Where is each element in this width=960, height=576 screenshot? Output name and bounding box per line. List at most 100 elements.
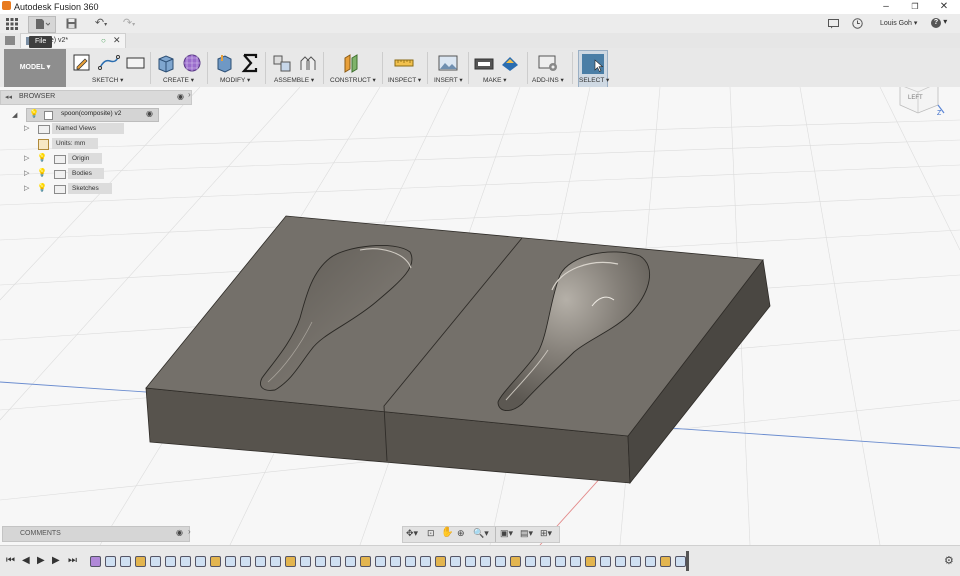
timeline-feature-icon[interactable] (540, 556, 551, 567)
fit-zoom-icon[interactable]: 🔍▾ (473, 528, 489, 539)
3d-print-icon[interactable] (474, 53, 494, 73)
timeline-features[interactable] (90, 554, 690, 568)
visibility-bulb-icon[interactable]: 💡 (37, 183, 47, 192)
mold-block[interactable] (145, 215, 771, 485)
group-make[interactable]: MAKE ▾ (483, 76, 507, 84)
timeline-feature-icon[interactable] (225, 556, 236, 567)
timeline-feature-icon[interactable] (675, 556, 686, 567)
cam-icon[interactable] (500, 53, 520, 73)
grid-snaps-icon[interactable]: ▤▾ (520, 528, 533, 539)
display-settings-icon[interactable]: ▣▾ (500, 528, 513, 539)
timeline-feature-icon[interactable] (345, 556, 356, 567)
timeline-first-icon[interactable]: ⏮ (6, 555, 15, 566)
tree-expand-root-icon[interactable]: ◢ (12, 109, 17, 119)
timeline-feature-icon[interactable] (300, 556, 311, 567)
new-component-icon[interactable] (272, 53, 292, 73)
timeline-marker[interactable] (686, 551, 689, 571)
data-panel-grid-icon[interactable] (4, 16, 20, 31)
offset-plane-icon[interactable] (342, 53, 362, 73)
timeline-play-icon[interactable]: ▶ (37, 555, 45, 566)
redo-icon[interactable]: ↷▾ (118, 16, 140, 31)
group-insert[interactable]: INSERT ▾ (434, 76, 463, 84)
timeline-feature-icon[interactable] (210, 556, 221, 567)
timeline-previous-icon[interactable]: ◀ (22, 555, 30, 566)
job-status-clock-icon[interactable] (850, 16, 864, 31)
pan-hand-icon[interactable]: ✋ (441, 527, 453, 538)
timeline-feature-icon[interactable] (615, 556, 626, 567)
sigma-parameters-icon[interactable] (240, 53, 260, 73)
workspace-switcher[interactable]: MODEL ▾ (4, 49, 66, 87)
timeline-feature-icon[interactable] (150, 556, 161, 567)
panel-expand-icon[interactable]: › (188, 90, 191, 99)
panel-pin-icon[interactable]: ◉ (176, 528, 183, 537)
extrude-icon[interactable] (156, 53, 176, 73)
timeline-feature-icon[interactable] (315, 556, 326, 567)
expand-arrow-icon[interactable]: ▷ (24, 184, 29, 192)
collapse-panel-icon[interactable]: ◂◂ (5, 93, 12, 101)
timeline-feature-icon[interactable] (120, 556, 131, 567)
timeline-feature-icon[interactable] (285, 556, 296, 567)
tree-root-item[interactable]: 💡 spoon(composite) v2 ◉ (26, 108, 159, 122)
timeline-feature-icon[interactable] (165, 556, 176, 567)
timeline-feature-icon[interactable] (90, 556, 101, 567)
data-panel-toggle-icon[interactable] (5, 36, 15, 45)
timeline-feature-icon[interactable] (405, 556, 416, 567)
insert-image-icon[interactable] (438, 53, 458, 73)
tspline-box-icon[interactable] (182, 53, 202, 73)
timeline-feature-icon[interactable] (555, 556, 566, 567)
comments-panel-header[interactable]: COMMENTS ◉ (2, 526, 190, 542)
timeline-feature-icon[interactable] (450, 556, 461, 567)
timeline-feature-icon[interactable] (660, 556, 671, 567)
timeline-feature-icon[interactable] (270, 556, 281, 567)
group-add-ins[interactable]: ADD-INS ▾ (532, 76, 564, 84)
timeline-last-icon[interactable]: ⏭ (68, 555, 77, 566)
press-pull-icon[interactable] (214, 53, 234, 73)
undo-icon[interactable]: ↶▾ (90, 16, 112, 31)
timeline-feature-icon[interactable] (600, 556, 611, 567)
timeline-feature-icon[interactable] (465, 556, 476, 567)
expand-arrow-icon[interactable]: ▷ (24, 124, 29, 132)
timeline-feature-icon[interactable] (255, 556, 266, 567)
timeline-settings-gear-icon[interactable]: ⚙ (944, 554, 954, 567)
close-window-icon[interactable]: ✕ (934, 1, 954, 12)
browser-panel-header[interactable]: ◂◂ BROWSER ◉ (0, 90, 192, 105)
group-sketch[interactable]: SKETCH ▾ (92, 76, 123, 84)
timeline-feature-icon[interactable] (570, 556, 581, 567)
expand-arrow-icon[interactable]: ▷ (24, 169, 29, 177)
minimize-icon[interactable]: – (876, 1, 896, 12)
visibility-bulb-icon[interactable]: 💡 (29, 109, 39, 118)
help-menu[interactable]: ? ▾ (931, 17, 947, 28)
panel-expand-icon[interactable]: › (188, 527, 191, 536)
zoom-icon[interactable]: ⊕ (457, 528, 465, 539)
restore-icon[interactable]: ❐ (905, 2, 925, 11)
visibility-bulb-icon[interactable]: 💡 (37, 153, 47, 162)
timeline-feature-icon[interactable] (360, 556, 371, 567)
viewports-icon[interactable]: ⊞▾ (540, 528, 552, 539)
save-icon[interactable] (64, 16, 78, 31)
measure-icon[interactable] (394, 53, 414, 73)
group-create[interactable]: CREATE ▾ (163, 76, 194, 84)
expand-arrow-icon[interactable]: ▷ (24, 154, 29, 162)
timeline-next-icon[interactable]: ▶ (52, 555, 60, 566)
timeline-feature-icon[interactable] (330, 556, 341, 567)
file-menu-button[interactable] (28, 16, 56, 33)
activate-radio-icon[interactable]: ◉ (146, 109, 153, 118)
timeline-feature-icon[interactable] (240, 556, 251, 567)
create-sketch-icon[interactable] (72, 53, 92, 73)
group-modify[interactable]: MODIFY ▾ (220, 76, 250, 84)
timeline-feature-icon[interactable] (195, 556, 206, 567)
timeline-feature-icon[interactable] (435, 556, 446, 567)
timeline-feature-icon[interactable] (630, 556, 641, 567)
timeline-feature-icon[interactable] (585, 556, 596, 567)
timeline-feature-icon[interactable] (645, 556, 656, 567)
timeline-feature-icon[interactable] (510, 556, 521, 567)
notifications-icon[interactable] (826, 16, 840, 31)
timeline-feature-icon[interactable] (480, 556, 491, 567)
user-account-menu[interactable]: Louis Goh ▾ (880, 19, 917, 27)
timeline-feature-icon[interactable] (495, 556, 506, 567)
group-inspect[interactable]: INSPECT ▾ (388, 76, 421, 84)
panel-pin-icon[interactable]: ◉ (177, 92, 184, 101)
group-select[interactable]: SELECT ▾ (579, 76, 609, 84)
timeline-feature-icon[interactable] (390, 556, 401, 567)
timeline-feature-icon[interactable] (420, 556, 431, 567)
